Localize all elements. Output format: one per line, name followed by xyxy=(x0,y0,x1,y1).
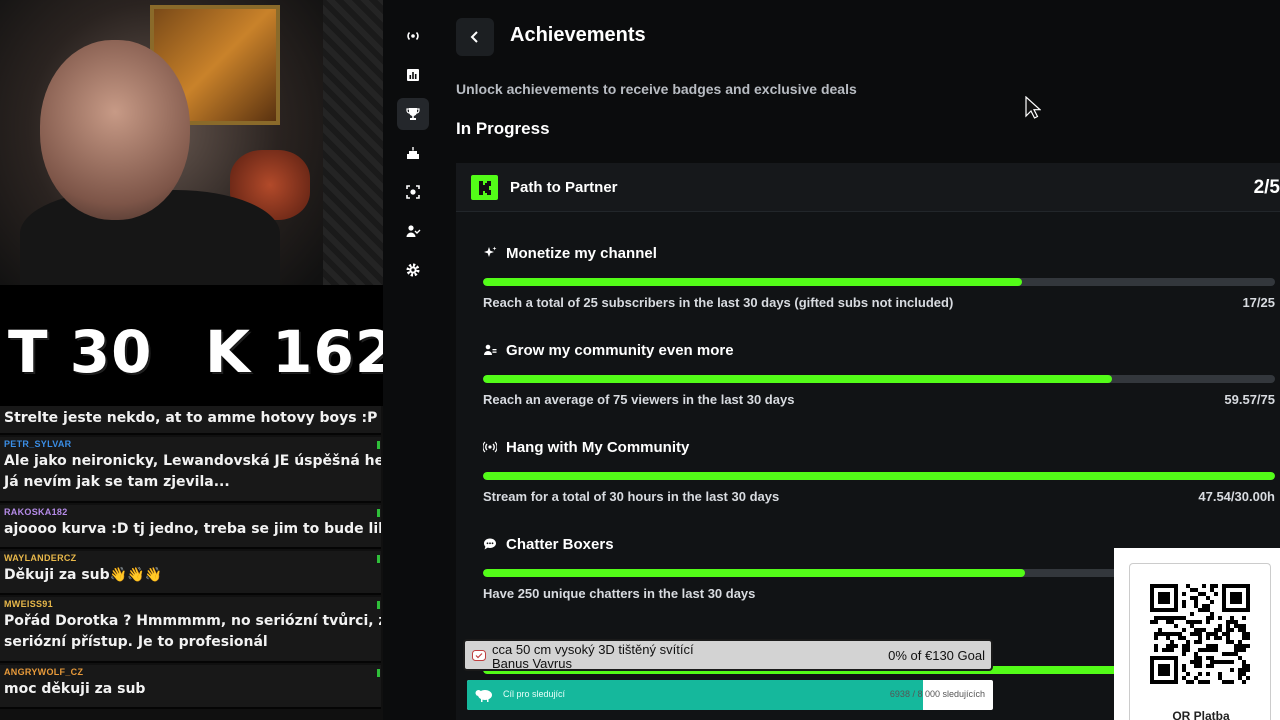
chat-message: Strelte jeste nekdo, at to amme hotovy b… xyxy=(0,406,381,435)
stream-screen: T 30 K 162 Strelte jeste nekdo, at to am… xyxy=(0,0,1280,720)
goal-title: cca 50 cm vysoký 3D tištěný svítící xyxy=(492,642,694,657)
section-heading: In Progress xyxy=(456,119,550,138)
sidebar-item-achievements[interactable] xyxy=(397,98,429,130)
follower-goal-label: Cíl pro sledující xyxy=(503,689,566,699)
chat-marker xyxy=(377,601,380,609)
chat-text: Děkuji za sub👋👋👋 xyxy=(4,567,162,583)
achievement-title: Monetize my channel xyxy=(506,244,657,262)
gear-icon xyxy=(406,263,420,277)
chat-marker xyxy=(377,669,380,677)
progress-fill xyxy=(483,472,1275,480)
progress-fill xyxy=(483,278,1022,286)
chat-username[interactable]: ANGRYWOLF_CZ xyxy=(4,667,377,679)
card-progress-count: 2/5 xyxy=(1253,177,1280,198)
qr-payment-panel: QR Platba xyxy=(1114,548,1280,720)
chat-text: moc děkuji za sub xyxy=(4,681,146,697)
chat-username[interactable]: RAKOSKA182 xyxy=(4,507,377,519)
chat-panel: Strelte jeste nekdo, at to amme hotovy b… xyxy=(0,406,383,720)
chat-marker xyxy=(377,509,380,517)
achievement-progress-bar xyxy=(483,472,1275,480)
sidebar-item-events[interactable] xyxy=(397,137,429,169)
chevron-left-icon xyxy=(470,31,478,43)
achievement-progress-bar xyxy=(483,375,1275,383)
follower-goal-count: 6938 / 8 000 sledujících xyxy=(889,689,985,699)
trophy-icon xyxy=(406,108,420,120)
broadcast-icon xyxy=(407,31,419,41)
users-icon xyxy=(406,225,421,237)
sidebar-item-clips[interactable] xyxy=(397,176,429,208)
chat-icon xyxy=(484,538,496,550)
chat-marker xyxy=(377,555,380,563)
chat-message: PETR_SYLVAR Ale jako neironicky, Lewando… xyxy=(0,437,381,503)
broadcast-icon xyxy=(483,441,497,453)
chat-text: ajoooo kurva :D tj jedno, treba se jim t… xyxy=(4,521,381,537)
capture-icon xyxy=(406,185,420,199)
chat-text: Pořád Dorotka ? Hmmmmm, no seriózní tvůr… xyxy=(4,613,381,629)
achievement-description: Stream for a total of 30 hours in the la… xyxy=(483,489,780,504)
score-k: K 162 xyxy=(205,318,397,386)
achievement-title: Chatter Boxers xyxy=(506,535,614,553)
dashboard-sidebar xyxy=(383,0,444,720)
webcam-feed xyxy=(0,0,383,285)
qr-code[interactable] xyxy=(1150,584,1250,684)
chat-message: ANGRYWOLF_CZ moc děkuji za sub xyxy=(0,665,381,709)
achievement-value: 17/25 xyxy=(1242,295,1275,310)
mouse-cursor-icon xyxy=(1025,96,1041,119)
streamer-head xyxy=(40,40,190,220)
chat-username[interactable]: PETR_SYLVAR xyxy=(4,439,377,451)
analytics-icon xyxy=(407,69,419,81)
achievement-value: 47.54/30.00h xyxy=(1198,489,1275,504)
goal-subtitle: Banus Vavrus xyxy=(492,656,572,671)
goal-percent: 0% of €130 Goal xyxy=(888,648,985,663)
chat-message: RAKOSKA182 ajoooo kurva :D tj jedno, tre… xyxy=(0,505,381,549)
achievement-description: Reach a total of 25 subscribers in the l… xyxy=(483,295,954,310)
chat-username[interactable]: WAYLANDERCZ xyxy=(4,553,377,565)
cake-icon xyxy=(407,147,419,159)
chat-text: Ale jako neironicky, Lewandovská JE úspě… xyxy=(4,453,381,469)
sidebar-item-settings[interactable] xyxy=(397,254,429,286)
chat-marker xyxy=(377,441,380,449)
donation-goal-widget: cca 50 cm vysoký 3D tištěný svítící Banu… xyxy=(463,639,993,671)
card-title: Path to Partner xyxy=(510,179,618,196)
path-to-partner-header[interactable]: Path to Partner 2/5 xyxy=(456,163,1280,212)
achievement-value: 59.57/75 xyxy=(1224,392,1275,407)
page-subtitle: Unlock achievements to receive badges an… xyxy=(456,81,857,97)
chat-text: Strelte jeste nekdo, at to amme hotovy b… xyxy=(4,410,378,426)
progress-fill xyxy=(483,569,1025,577)
sparkle-icon xyxy=(484,246,497,257)
progress-fill xyxy=(483,375,1112,383)
chat-text: seriózní přístup. Je to profesionál xyxy=(4,634,268,650)
sidebar-item-analytics[interactable] xyxy=(397,59,429,91)
chat-username[interactable]: MWEISS91 xyxy=(4,599,377,611)
chat-message: WAYLANDERCZ Děkuji za sub👋👋👋 xyxy=(0,551,381,595)
chat-message: MWEISS91 Pořád Dorotka ? Hmmmmm, no seri… xyxy=(0,597,381,663)
page-title: Achievements xyxy=(510,24,646,46)
achievement-title: Grow my community even more xyxy=(506,341,734,359)
community-icon xyxy=(484,344,497,355)
back-button[interactable] xyxy=(456,18,494,56)
gift-icon xyxy=(472,650,486,661)
sheep-icon xyxy=(475,690,492,702)
achievement-description: Have 250 unique chatters in the last 30 … xyxy=(483,586,756,601)
kick-logo-icon xyxy=(471,175,498,200)
acoustic-wall xyxy=(323,0,383,285)
achievement-progress-bar xyxy=(483,278,1275,286)
sidebar-item-community[interactable] xyxy=(397,215,429,247)
follower-goal-widget: Cíl pro sledující 6938 / 8 000 sledující… xyxy=(467,680,993,710)
score-t: T 30 xyxy=(8,318,153,386)
achievement-description: Reach an average of 75 viewers in the la… xyxy=(483,392,795,407)
chat-text: Já nevím jak se tam zjevila... xyxy=(4,474,230,490)
achievement-title: Hang with My Community xyxy=(506,438,690,456)
sidebar-item-stream[interactable] xyxy=(397,20,429,52)
qr-label: QR Platba xyxy=(1172,709,1230,720)
